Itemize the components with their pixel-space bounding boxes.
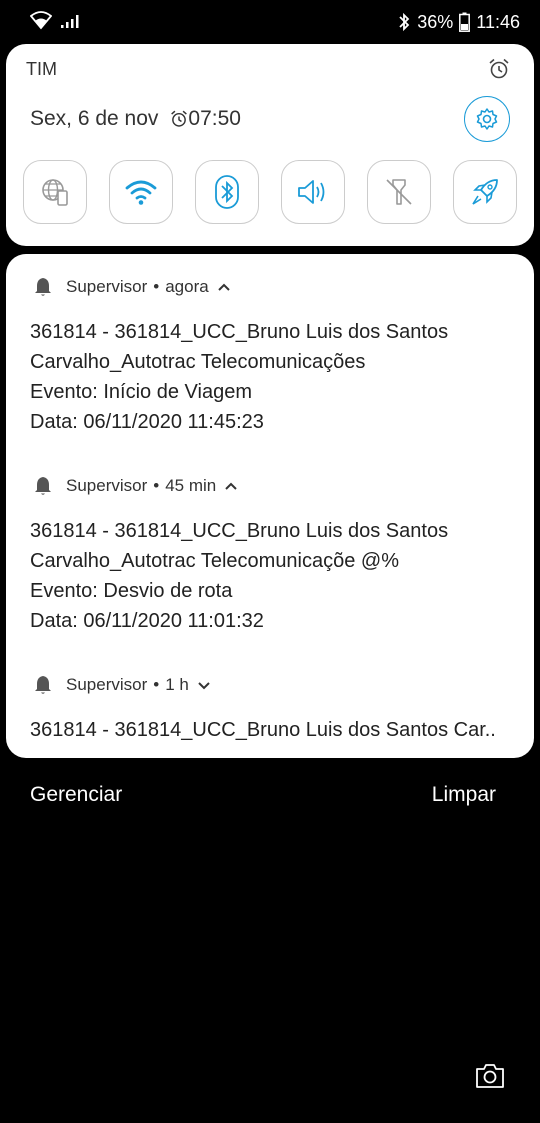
separator-dot: • [153,476,160,495]
notification-app: Supervisor [66,476,148,495]
notification-time: 45 min [165,476,217,495]
quick-tiles [23,160,517,224]
notification-item[interactable]: Supervisor • 45 min 361814 - 361814_UCC_… [6,474,534,644]
camera-icon[interactable] [474,1060,506,1092]
notification-line: Data: 06/11/2020 11:01:32 [30,610,264,632]
alarm-time: 07:50 [188,107,241,130]
manage-button[interactable]: Gerenciar [30,783,122,807]
gear-icon [476,108,498,130]
alarm-icon[interactable] [488,58,510,80]
notification-line: Carvalho_Autotrac Telecomunicaçõe @% [30,550,400,572]
tile-flashlight[interactable] [367,160,431,224]
tile-network[interactable] [23,160,87,224]
notification-header: Supervisor • 1 h [32,673,211,697]
notification-app: Supervisor [66,675,148,694]
network-icon [42,179,68,206]
status-bar: 36% 11:46 [0,0,540,44]
bell-icon [35,477,51,495]
notification-body: 361814 - 361814_UCC_Bruno Luis dos Santo… [30,516,520,636]
next-alarm: 07:50 [170,107,241,131]
notification-line: Evento: Desvio de rota [30,580,233,602]
notification-item[interactable]: Supervisor • agora 361814 - 361814_UCC_B… [6,275,534,445]
notification-line: 361814 - 361814_UCC_Bruno Luis dos Santo… [30,321,449,343]
notification-header: Supervisor • agora [32,275,231,299]
notification-line: Evento: Início de Viagem [30,381,252,403]
wifi-icon [30,11,52,30]
bell-icon [35,676,51,694]
battery-icon [459,12,471,32]
wifi-icon [125,180,157,205]
clock: 11:46 [476,12,520,32]
settings-button[interactable] [464,96,510,142]
date-label: Sex, 6 de nov [30,107,159,130]
tile-performance[interactable] [453,160,517,224]
bluetooth-icon [399,12,410,32]
bluetooth-icon [215,175,239,209]
battery-percent: 36% [417,12,454,32]
notification-line: 361814 - 361814_UCC_Bruno Luis dos Santo… [30,719,496,741]
clear-button[interactable]: Limpar [432,783,496,807]
rocket-icon [472,179,498,205]
notifications-panel: Supervisor • agora 361814 - 361814_UCC_B… [6,254,534,758]
separator-dot: • [153,675,160,694]
separator-dot: • [153,277,160,296]
chevron-down-icon[interactable] [197,680,211,690]
notification-body: 361814 - 361814_UCC_Bruno Luis dos Santo… [30,715,520,745]
notification-app: Supervisor [66,277,148,296]
quick-settings-panel: TIM Sex, 6 de nov 07:50 [6,44,534,246]
notification-item[interactable]: Supervisor • 1 h 361814 - 361814_UCC_Bru… [6,673,534,748]
sound-icon [298,180,325,204]
carrier-label: TIM [26,59,57,79]
notification-body: 361814 - 361814_UCC_Bruno Luis dos Santo… [30,317,520,437]
notification-line: Data: 06/11/2020 11:45:23 [30,411,264,433]
signal-icon [61,15,79,28]
notification-header: Supervisor • 45 min [32,474,238,498]
notification-time: agora [165,277,209,296]
tile-bluetooth[interactable] [195,160,259,224]
chevron-up-icon[interactable] [217,282,231,292]
tile-wifi[interactable] [109,160,173,224]
notification-time: 1 h [165,675,189,694]
chevron-up-icon[interactable] [224,481,238,491]
date-alarm-row[interactable]: Sex, 6 de nov 07:50 [30,107,241,131]
alarm-icon [171,110,188,127]
bell-icon [35,278,51,296]
tile-sound[interactable] [281,160,345,224]
notification-line: 361814 - 361814_UCC_Bruno Luis dos Santo… [30,520,449,542]
notification-line: Carvalho_Autotrac Telecomunicações [30,351,366,373]
flashlight-icon [386,179,412,205]
